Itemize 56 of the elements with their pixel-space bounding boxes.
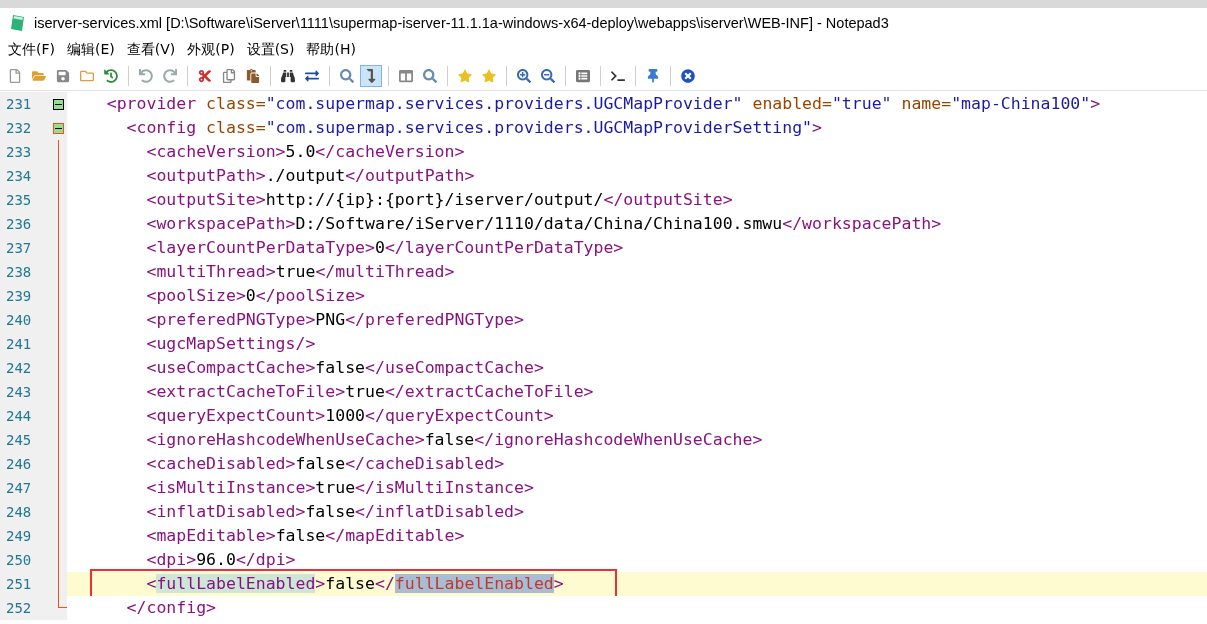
save-icon — [56, 69, 70, 83]
close-icon — [681, 69, 695, 83]
line-number: 241 — [0, 332, 50, 356]
columns-icon — [399, 69, 413, 83]
line-number: 236 — [0, 212, 50, 236]
line-number: 252 — [0, 596, 50, 620]
terminal-icon — [611, 69, 625, 83]
star-icon — [458, 69, 472, 83]
toolbar-button[interactable] — [360, 65, 382, 87]
new-file-icon — [8, 69, 22, 83]
folder-icon — [32, 69, 46, 83]
line-number: 231 — [0, 92, 50, 116]
copy-icon — [222, 69, 236, 83]
line-number: 247 — [0, 476, 50, 500]
line-number: 238 — [0, 260, 50, 284]
binoculars-icon — [281, 69, 295, 83]
menu-item[interactable]: 外观(P) — [181, 41, 241, 59]
zoom-in-icon — [517, 69, 531, 83]
line-number: 234 — [0, 164, 50, 188]
redo-icon — [163, 69, 177, 83]
line-number: 244 — [0, 404, 50, 428]
search-icon — [340, 69, 354, 83]
folder-icon — [80, 69, 94, 83]
pin-icon — [646, 69, 660, 83]
menu-item[interactable]: 编辑(E) — [61, 41, 121, 59]
line-number: 243 — [0, 380, 50, 404]
undo-icon — [139, 69, 153, 83]
line-number: 245 — [0, 428, 50, 452]
fold-minus-icon[interactable] — [53, 122, 64, 134]
menu-item[interactable]: 帮助(H) — [300, 41, 362, 59]
menu-item[interactable]: 文件(F) — [2, 41, 61, 59]
search-icon — [423, 69, 437, 83]
notepad-icon — [10, 14, 26, 32]
line-number: 250 — [0, 548, 50, 572]
list-window-icon — [576, 69, 590, 83]
line-number: 235 — [0, 188, 50, 212]
cut-icon — [198, 69, 212, 83]
replace-icon — [305, 69, 319, 83]
zoom-out-icon — [541, 69, 555, 83]
line-number: 249 — [0, 524, 50, 548]
line-number: 242 — [0, 356, 50, 380]
window-title: iserver-services.xml [D:\Software\iServer\1111\supermap-iserver-11.1.1a-windows-x64-deploy\webapps\iserver\WEB-INF] - Notepad3 — [34, 15, 889, 31]
clock-icon — [104, 69, 118, 83]
paste-icon — [246, 69, 260, 83]
line-number: 239 — [0, 284, 50, 308]
line-number: 246 — [0, 452, 50, 476]
fold-minus-icon[interactable] — [53, 98, 64, 110]
line-number: 240 — [0, 308, 50, 332]
line-number: 251 — [0, 572, 50, 596]
word-wrap-icon — [364, 69, 378, 83]
menu-item[interactable]: 设置(S) — [240, 41, 301, 59]
line-number: 233 — [0, 140, 50, 164]
line-number: 248 — [0, 500, 50, 524]
line-number: 237 — [0, 236, 50, 260]
menu-item[interactable]: 查看(V) — [120, 41, 182, 59]
line-number: 232 — [0, 116, 50, 140]
